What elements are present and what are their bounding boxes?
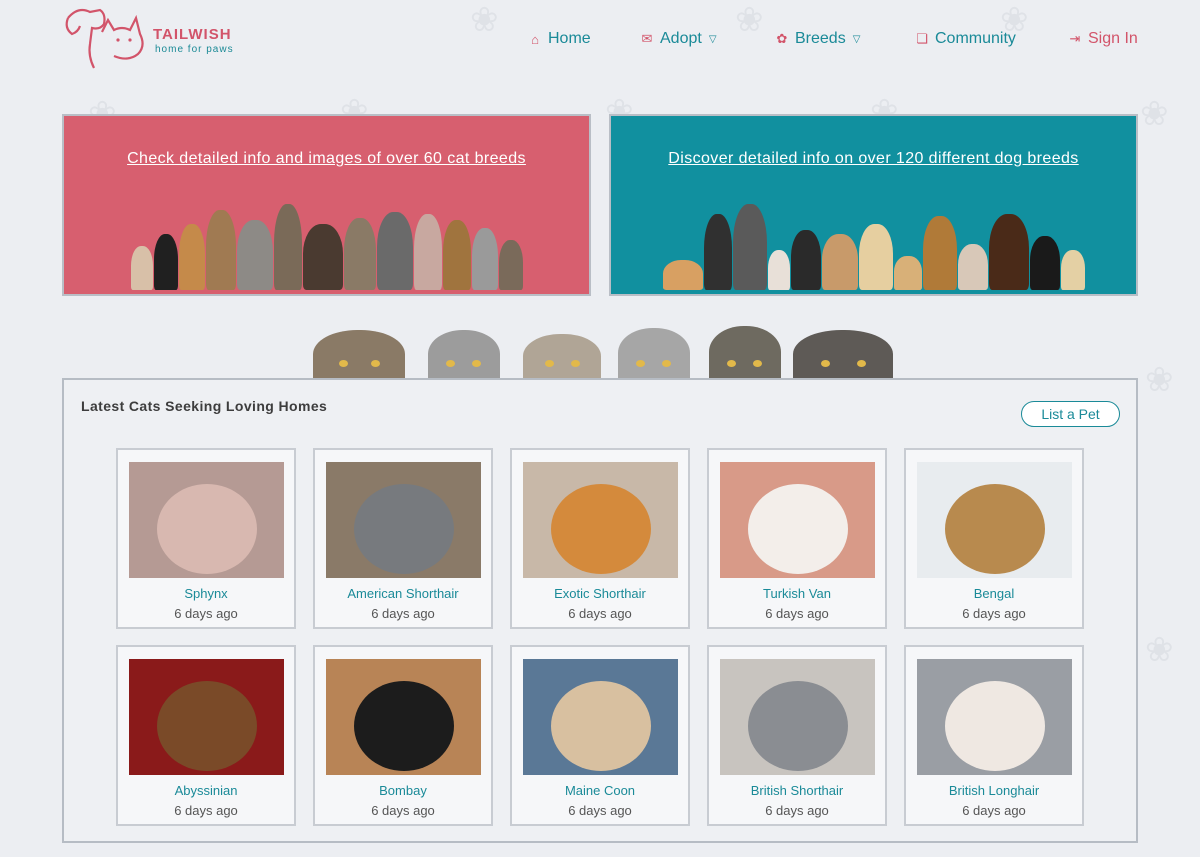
cat-photo[interactable] <box>720 462 875 578</box>
cat-breeds-banner[interactable]: Check detailed info and images of over 6… <box>62 114 591 296</box>
paw-icon: ✿ <box>776 31 788 46</box>
peeking-cats-image <box>0 316 1200 380</box>
site-header: TAILWISH home for paws ⌂ Home ✉ Adopt ▽ … <box>0 0 1200 90</box>
cat-card[interactable]: Maine Coon 6 days ago <box>510 645 690 826</box>
adopt-icon: ✉ <box>641 31 653 46</box>
nav-home-label: Home <box>548 30 591 47</box>
posted-time: 6 days ago <box>962 803 1026 818</box>
nav-community-label: Community <box>935 30 1016 47</box>
posted-time: 6 days ago <box>962 606 1026 621</box>
cat-figure <box>945 484 1045 574</box>
cat-figure <box>551 484 651 574</box>
chevron-down-icon: ▽ <box>708 33 717 45</box>
main-nav: ⌂ Home ✉ Adopt ▽ ✿ Breeds ▽ ❏ Community … <box>0 30 1200 52</box>
cat-lineup-image <box>130 204 523 290</box>
nav-adopt[interactable]: ✉ Adopt ▽ <box>639 30 717 48</box>
cat-card[interactable]: American Shorthair 6 days ago <box>313 448 493 629</box>
dog-breeds-link[interactable]: Discover detailed info on over 120 diffe… <box>611 150 1136 168</box>
cat-figure <box>157 484 257 574</box>
cat-figure <box>354 484 454 574</box>
cat-card[interactable]: Abyssinian 6 days ago <box>116 645 296 826</box>
cat-breed-name[interactable]: British Shorthair <box>709 783 885 798</box>
cat-card[interactable]: Bombay 6 days ago <box>313 645 493 826</box>
cat-card[interactable]: Bengal 6 days ago <box>904 448 1084 629</box>
cat-breed-name[interactable]: Exotic Shorthair <box>512 586 688 601</box>
nav-sign-in-label: Sign In <box>1088 30 1138 47</box>
posted-time: 6 days ago <box>765 803 829 818</box>
panel-title: Latest Cats Seeking Loving Homes <box>81 398 328 414</box>
nav-community[interactable]: ❏ Community <box>914 30 1016 48</box>
cat-figure <box>354 681 454 771</box>
cat-photo[interactable] <box>129 462 284 578</box>
latest-cats-panel: Latest Cats Seeking Loving Homes List a … <box>62 378 1138 843</box>
posted-time: 6 days ago <box>174 803 238 818</box>
cat-figure <box>748 681 848 771</box>
cat-photo[interactable] <box>523 659 678 775</box>
posted-time: 6 days ago <box>765 606 829 621</box>
nav-breeds[interactable]: ✿ Breeds ▽ <box>774 30 861 48</box>
nav-sign-in[interactable]: ⇥ Sign In <box>1067 30 1138 48</box>
cat-photo[interactable] <box>326 462 481 578</box>
cat-breed-name[interactable]: Maine Coon <box>512 783 688 798</box>
dog-lineup-image <box>662 204 1085 290</box>
cat-breed-name[interactable]: Abyssinian <box>118 783 294 798</box>
cat-photo[interactable] <box>129 659 284 775</box>
cat-figure <box>157 681 257 771</box>
posted-time: 6 days ago <box>568 803 632 818</box>
cat-card[interactable]: Turkish Van 6 days ago <box>707 448 887 629</box>
list-a-pet-button[interactable]: List a Pet <box>1021 401 1120 427</box>
posted-time: 6 days ago <box>371 803 435 818</box>
chevron-down-icon: ▽ <box>852 33 861 45</box>
cat-figure <box>945 681 1045 771</box>
cat-figure <box>551 681 651 771</box>
cat-card[interactable]: Sphynx 6 days ago <box>116 448 296 629</box>
cat-photo[interactable] <box>917 462 1072 578</box>
cat-photo[interactable] <box>720 659 875 775</box>
sign-in-icon: ⇥ <box>1069 31 1081 46</box>
cat-card[interactable]: British Longhair 6 days ago <box>904 645 1084 826</box>
cat-photo[interactable] <box>523 462 678 578</box>
nav-breeds-label: Breeds <box>795 30 846 47</box>
cat-photo[interactable] <box>917 659 1072 775</box>
posted-time: 6 days ago <box>371 606 435 621</box>
posted-time: 6 days ago <box>174 606 238 621</box>
cat-breed-name[interactable]: Turkish Van <box>709 586 885 601</box>
home-icon: ⌂ <box>531 31 539 47</box>
chat-icon: ❏ <box>916 31 928 46</box>
dog-breeds-banner[interactable]: Discover detailed info on over 120 diffe… <box>609 114 1138 296</box>
cat-breed-name[interactable]: Bengal <box>906 586 1082 601</box>
cat-photo[interactable] <box>326 659 481 775</box>
nav-home[interactable]: ⌂ Home <box>527 30 591 48</box>
cat-breeds-link[interactable]: Check detailed info and images of over 6… <box>64 150 589 168</box>
cat-figure <box>748 484 848 574</box>
posted-time: 6 days ago <box>568 606 632 621</box>
cat-card[interactable]: Exotic Shorthair 6 days ago <box>510 448 690 629</box>
cat-card[interactable]: British Shorthair 6 days ago <box>707 645 887 826</box>
cat-breed-name[interactable]: Sphynx <box>118 586 294 601</box>
cat-breed-name[interactable]: American Shorthair <box>315 586 491 601</box>
nav-adopt-label: Adopt <box>660 30 702 47</box>
cat-breed-name[interactable]: British Longhair <box>906 783 1082 798</box>
cat-breed-name[interactable]: Bombay <box>315 783 491 798</box>
